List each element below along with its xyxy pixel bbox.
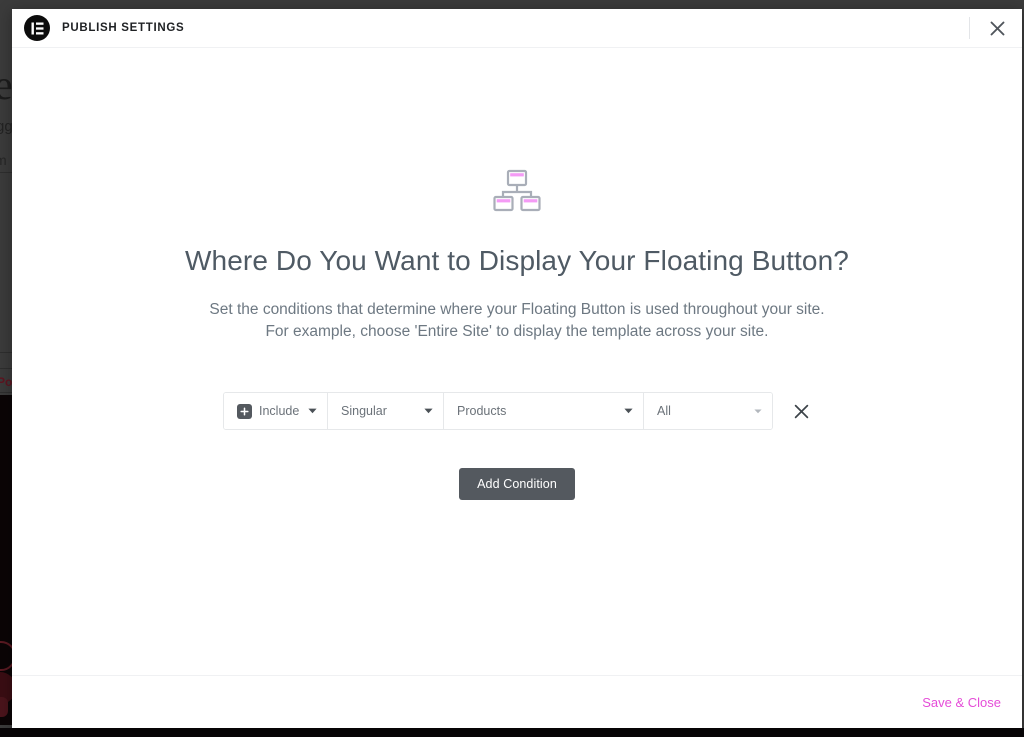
condition-value-select[interactable]: All [644, 393, 772, 429]
panel-headline: Where Do You Want to Display Your Floati… [185, 245, 849, 276]
close-button[interactable] [986, 17, 1008, 39]
close-icon [990, 21, 1004, 35]
remove-condition-button[interactable] [791, 401, 811, 421]
elementor-logo-icon [24, 15, 50, 41]
add-condition-button[interactable]: Add Condition [459, 468, 575, 500]
condition-scope-select[interactable]: Singular [328, 393, 444, 429]
add-condition-area: Add Condition [12, 468, 1022, 500]
modal-footer: Save & Close [12, 675, 1022, 728]
modal-header: PUBLISH SETTINGS [12, 9, 1022, 48]
chevron-down-icon [616, 408, 633, 414]
background-text-fragment: m [0, 152, 7, 168]
condition-scope-value: Singular [341, 404, 387, 418]
condition-type-select[interactable]: Include [224, 393, 328, 429]
condition-value-value: All [657, 404, 671, 418]
sitemap-hierarchy-icon [493, 166, 541, 219]
save-and-close-button[interactable]: Save & Close [922, 695, 1001, 710]
background-badge [0, 697, 8, 717]
header-divider [969, 17, 970, 39]
panel-description-line-2: For example, choose 'Entire Site' to dis… [265, 323, 769, 340]
conditions-list: Include Singular Products All [223, 392, 811, 430]
panel-description: Set the conditions that determine where … [209, 299, 824, 343]
chevron-down-icon [416, 408, 433, 414]
header-actions [969, 9, 1008, 47]
screen-root: e gg m Po PUBLISH SETTINGS Where Do You … [0, 0, 1024, 737]
page-title: PUBLISH SETTINGS [62, 22, 185, 34]
conditions-panel: Where Do You Want to Display Your Floati… [12, 166, 1022, 500]
close-icon [794, 404, 808, 418]
background-bottom-bar [0, 728, 1024, 737]
condition-object-value: Products [457, 404, 507, 418]
background-text-fragment: gg [0, 118, 13, 135]
condition-object-select[interactable]: Products [444, 393, 644, 429]
condition-type-value: Include [259, 404, 300, 418]
background-text-fragment: Po [0, 375, 13, 389]
condition-row: Include Singular Products All [223, 392, 811, 430]
modal-body: Where Do You Want to Display Your Floati… [12, 48, 1022, 675]
panel-description-line-1: Set the conditions that determine where … [209, 301, 825, 318]
publish-settings-modal: PUBLISH SETTINGS Where Do You Want to Di… [12, 9, 1022, 728]
chevron-down-icon [300, 408, 317, 414]
plus-icon [237, 403, 252, 419]
background-text-fragment: e [0, 63, 13, 109]
condition-selects: Include Singular Products All [223, 392, 773, 430]
chevron-down-icon [746, 409, 762, 414]
